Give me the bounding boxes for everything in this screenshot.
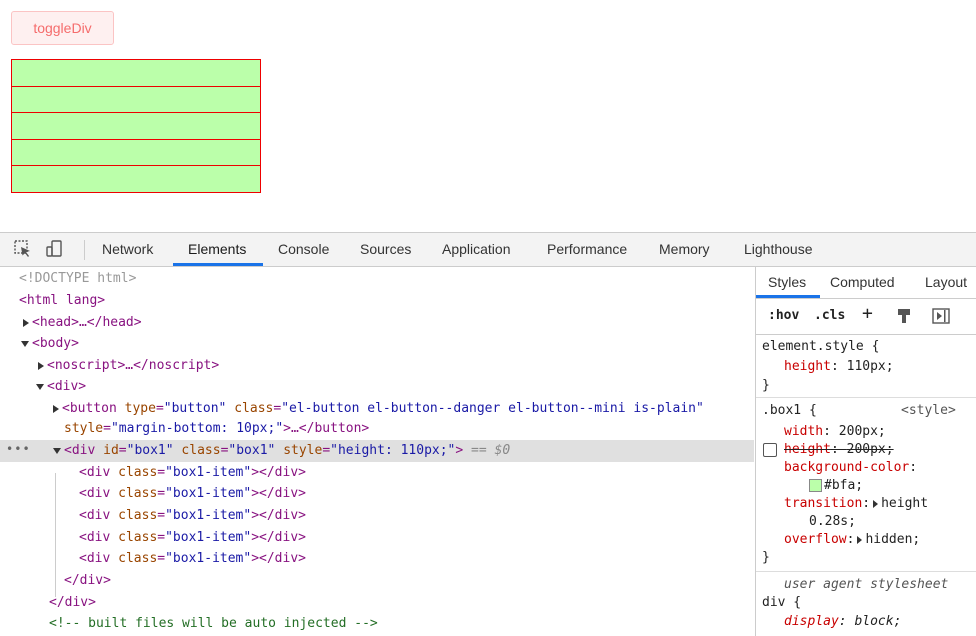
dom-box1-item[interactable]: <div class="box1-item"></div>	[79, 506, 306, 526]
dom-box1-item[interactable]: <div class="box1-item"></div>	[79, 528, 306, 548]
property-checkbox[interactable]	[763, 443, 777, 457]
dom-box1[interactable]: <div id="box1" class="box1" style="heigh…	[53, 441, 510, 461]
expand-arrow-icon[interactable]	[857, 535, 863, 544]
user-agent-label: user agent stylesheet	[784, 577, 949, 592]
box1	[11, 59, 261, 193]
collapse-arrow-icon[interactable]	[53, 447, 61, 454]
rule-close: }	[762, 378, 770, 393]
devtools-panel: Network Elements Console Sources Applica…	[0, 232, 976, 636]
tree-guide-line	[55, 473, 56, 597]
tab-computed[interactable]: Computed	[830, 267, 895, 298]
box1-overflow[interactable]: overflow: hidden;	[784, 530, 920, 550]
color-swatch[interactable]	[809, 479, 822, 492]
box1-background-value[interactable]: #bfa;	[809, 476, 863, 496]
toolbar-divider	[84, 240, 85, 260]
div-selector[interactable]: div {	[762, 593, 801, 613]
box1-item	[11, 59, 261, 87]
collapse-arrow-icon[interactable]	[36, 383, 44, 390]
box1-background-color[interactable]: background-color:	[784, 458, 917, 478]
cls-toggle[interactable]: .cls	[814, 306, 845, 326]
dom-div-close[interactable]: </div>	[64, 571, 111, 591]
box1-item	[11, 138, 261, 166]
styles-sidebar: Styles Computed Layout :hov .cls + eleme…	[755, 267, 976, 636]
style-source-link[interactable]: <style>	[901, 401, 956, 421]
dom-div[interactable]: <div>	[36, 377, 86, 397]
tab-elements[interactable]: Elements	[188, 233, 246, 266]
dom-box1-item[interactable]: <div class="box1-item"></div>	[79, 463, 306, 483]
tab-lighthouse[interactable]: Lighthouse	[744, 233, 813, 266]
tab-application[interactable]: Application	[442, 233, 511, 266]
tab-performance[interactable]: Performance	[547, 233, 627, 266]
dom-comment[interactable]: <!-- built files will be auto injected -…	[49, 614, 378, 634]
tab-console[interactable]: Console	[278, 233, 329, 266]
rule-close: }	[762, 550, 770, 565]
dom-head[interactable]: <head>…</head>	[23, 313, 142, 333]
dom-button[interactable]: <button type="button" class="el-button e…	[53, 399, 704, 419]
box1-selector[interactable]: .box1 {	[762, 401, 817, 421]
dom-body[interactable]: <body>	[21, 334, 79, 354]
expand-arrow-icon[interactable]	[53, 404, 59, 413]
box1-item	[11, 165, 261, 193]
box1-height-overridden[interactable]: height: 200px;	[784, 440, 894, 460]
dom-div-close[interactable]: </div>	[49, 593, 96, 613]
styles-toolbar: :hov .cls +	[756, 299, 976, 335]
inspect-element-icon[interactable]	[13, 239, 33, 259]
tab-network[interactable]: Network	[102, 233, 153, 266]
node-actions-ellipsis[interactable]: •••	[6, 442, 31, 456]
dom-button-cont[interactable]: style="margin-bottom: 10px;">…</button>	[64, 419, 369, 439]
rule-divider	[756, 397, 976, 398]
box1-item	[11, 85, 261, 113]
dom-box1-item[interactable]: <div class="box1-item"></div>	[79, 549, 306, 569]
styles-tabs: Styles Computed Layout	[756, 267, 976, 299]
new-rule-plus-icon[interactable]: +	[862, 304, 873, 324]
elements-tree: ••• <!DOCTYPE html> <html lang> <head>…<…	[0, 267, 754, 636]
tab-layout[interactable]: Layout	[925, 267, 967, 298]
expand-arrow-icon[interactable]	[873, 499, 879, 508]
tab-styles[interactable]: Styles	[768, 267, 806, 298]
div-display[interactable]: display: block;	[784, 612, 901, 632]
dom-doctype[interactable]: <!DOCTYPE html>	[19, 269, 136, 289]
collapse-arrow-icon[interactable]	[21, 340, 29, 347]
box1-transition[interactable]: transition: height	[784, 494, 928, 514]
active-tab-indicator	[173, 263, 263, 266]
hov-toggle[interactable]: :hov	[768, 306, 799, 326]
element-style-selector[interactable]: element.style {	[762, 337, 879, 357]
paint-brush-icon[interactable]	[896, 308, 912, 324]
dom-html[interactable]: <html lang>	[19, 291, 105, 311]
toggle-div-button[interactable]: toggleDiv	[11, 11, 114, 45]
element-style-height[interactable]: height: 110px;	[784, 357, 894, 377]
box1-item	[11, 112, 261, 140]
rule-divider	[756, 571, 976, 572]
box1-transition-cont: 0.28s;	[809, 514, 856, 529]
dom-noscript[interactable]: <noscript>…</noscript>	[38, 356, 219, 376]
box1-width[interactable]: width: 200px;	[784, 422, 886, 442]
tab-memory[interactable]: Memory	[659, 233, 710, 266]
page-content: toggleDiv	[0, 0, 976, 232]
dom-box1-item[interactable]: <div class="box1-item"></div>	[79, 484, 306, 504]
sidebar-toggle-icon[interactable]	[932, 308, 950, 324]
expand-arrow-icon[interactable]	[38, 361, 44, 370]
active-subtab-indicator	[756, 295, 820, 298]
devtools-toolbar: Network Elements Console Sources Applica…	[0, 233, 976, 267]
device-toolbar-icon[interactable]	[45, 239, 65, 259]
expand-arrow-icon[interactable]	[23, 318, 29, 327]
tab-sources[interactable]: Sources	[360, 233, 411, 266]
